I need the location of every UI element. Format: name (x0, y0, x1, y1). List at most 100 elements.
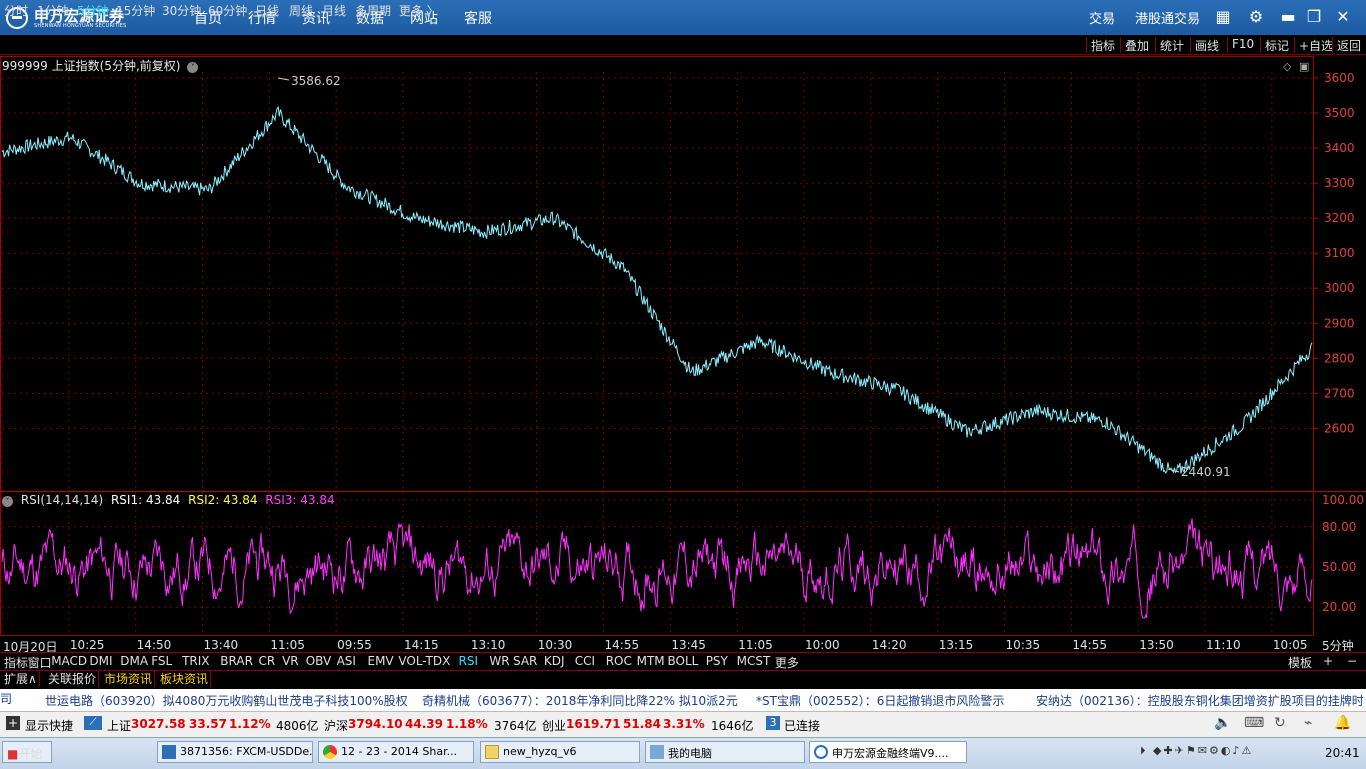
tool-indicator[interactable]: 指标 (1086, 37, 1119, 53)
indicator-mcst[interactable]: MCST (737, 654, 771, 668)
news-item[interactable]: *ST宝鼎（002552）：6日起撤销退市风险警示 (756, 692, 1004, 709)
task-terminal[interactable]: 申万宏源金融终端V9.... (809, 741, 967, 763)
indicator-macd[interactable]: MACD (51, 654, 87, 668)
indicator-boll[interactable]: BOLL (668, 654, 699, 668)
start-button[interactable]: ■开始 (2, 741, 52, 763)
close-icon[interactable]: ✕ (1334, 8, 1352, 26)
gear-icon[interactable]: ⚙ (1247, 8, 1265, 26)
system-tray-icons[interactable]: ⏵ ◆✚✈⚑✉⚙◐♪⚠ (1140, 744, 1320, 762)
refresh-icon[interactable]: ↻ (1274, 715, 1292, 731)
period-1min[interactable]: 1分钟 (37, 2, 69, 19)
indicator-emv[interactable]: EMV (368, 654, 394, 668)
time-tick-label: 13:50 (1139, 638, 1174, 652)
indicator-rsi[interactable]: RSI (459, 654, 479, 668)
indicator-dma[interactable]: DMA (120, 654, 148, 668)
indicator-cci[interactable]: CCI (575, 654, 595, 668)
indicator-dmi[interactable]: DMI (89, 654, 112, 668)
time-tick-label: 13:15 (938, 638, 974, 652)
indicator-cr[interactable]: CR (259, 654, 276, 668)
time-tick-label: 10:00 (805, 638, 840, 652)
trade-link[interactable]: 交易 (1089, 8, 1115, 27)
add-panel-button[interactable]: + (1323, 654, 1333, 668)
restore-icon[interactable]: ❐ (1305, 8, 1323, 26)
time-tick-label: 11:10 (1206, 638, 1241, 652)
indicator--[interactable]: 更多 (775, 654, 799, 671)
indicator-psy[interactable]: PSY (706, 654, 728, 668)
period-multi[interactable]: 多周期 (355, 2, 391, 19)
chart-title-text: 999999 上证指数(5分钟,前复权) (2, 59, 181, 73)
nav-service[interactable]: 客服 (464, 8, 492, 28)
indicator-vol-tdx[interactable]: VOL-TDX (398, 654, 450, 668)
indicator--[interactable]: 窗口 (28, 654, 52, 671)
period-weekly[interactable]: 周线 (289, 2, 313, 19)
remove-panel-button[interactable]: − (1347, 654, 1357, 668)
sh-index-change: 33.57 (189, 717, 227, 731)
period-30min[interactable]: 30分钟 (162, 2, 201, 19)
tool-stats[interactable]: 统计 (1155, 37, 1188, 53)
connection-status: 已连接 (784, 719, 821, 733)
indicator-brar[interactable]: BRAR (220, 654, 253, 668)
period-daily[interactable]: 日线 (255, 2, 279, 19)
chevron-down-icon[interactable]: ˅ (187, 62, 199, 73)
template-button[interactable]: 模板 (1288, 654, 1312, 671)
bell-icon[interactable]: 🔔 (1334, 715, 1352, 731)
chevron-down-icon[interactable]: ˅ (2, 496, 13, 507)
grid-icon[interactable]: ▦ (1214, 8, 1232, 26)
price-tick-label: 3100 (1324, 246, 1355, 260)
keyboard-icon[interactable]: ⌨ (1244, 715, 1264, 731)
link-icon[interactable]: ⌁ (1304, 715, 1322, 731)
indicator-obv[interactable]: OBV (306, 654, 332, 668)
task-my-computer[interactable]: 我的电脑 (645, 741, 805, 763)
indicator-vr[interactable]: VR (282, 654, 299, 668)
tab-market-news[interactable]: 市场资讯 (102, 670, 156, 687)
period-60min[interactable]: 60分钟 (208, 2, 247, 19)
period-15min[interactable]: 15分钟 (116, 2, 155, 19)
indicator-fsl[interactable]: FSL (151, 654, 172, 668)
news-item[interactable]: 奇精机械（603677）：2018年净利同比降22% 拟10派2元 (422, 692, 738, 709)
tool-overlay[interactable]: 叠加 (1120, 37, 1153, 53)
news-item[interactable]: 安纳达（002136）：控股股东铜化集团增资扩股项目的挂牌时 (1036, 692, 1366, 709)
indicator-roc[interactable]: ROC (606, 654, 632, 668)
tool-mark[interactable]: 标记 (1260, 37, 1293, 53)
minimize-icon[interactable]: ▬ (1279, 8, 1297, 26)
period-5min[interactable]: 5分钟 (77, 2, 109, 19)
period-monthly[interactable]: 月线 (322, 2, 346, 19)
period-more[interactable]: 更多 〉 (399, 2, 439, 19)
indicator--[interactable]: 指标 (4, 654, 28, 671)
kline-chart[interactable]: 3600 3500 3400 3300 3200 3100 3000 2900 2800 2700… (0, 56, 1366, 636)
tab-related-quotes[interactable]: 关联报价 (46, 670, 100, 687)
tool-f10[interactable]: F10 (1227, 37, 1258, 53)
indicator-asi[interactable]: ASI (337, 654, 356, 668)
task-label: 我的电脑 (668, 747, 712, 760)
shortcut-toggle[interactable]: 显示快捷 (25, 717, 73, 734)
indicator-sar[interactable]: SAR (513, 654, 537, 668)
sz-index-pct: 1.18% (446, 717, 488, 731)
period-timeshare[interactable]: 分时 (4, 2, 28, 19)
indicator-kdj[interactable]: KDJ (544, 654, 565, 668)
indicator-wr[interactable]: WR (489, 654, 509, 668)
plus-icon[interactable]: + (6, 716, 20, 730)
cy-index-amount: 1646亿 (711, 719, 754, 733)
speaker-icon[interactable]: 🔈 (1214, 715, 1232, 731)
chart-title: 999999 上证指数(5分钟,前复权) ˅ (2, 57, 199, 74)
tool-draw[interactable]: 画线 (1190, 37, 1223, 53)
panel-icon[interactable]: ▣ (1299, 60, 1309, 73)
tab-sector-news[interactable]: 板块资讯 (158, 670, 212, 687)
task-fxcm[interactable]: 3871356: FXCM-USDDe... (157, 741, 313, 763)
price-tick-label: 3000 (1324, 281, 1355, 295)
indicator-mtm[interactable]: MTM (637, 654, 665, 668)
tab-expand[interactable]: 扩展∧ (2, 670, 40, 687)
price-tick-label: 2800 (1324, 351, 1355, 365)
indicator-trix[interactable]: TRIX (182, 654, 209, 668)
cy-index-name: 创业 (542, 719, 567, 733)
tool-add-favorite[interactable]: +自选 (1294, 37, 1337, 53)
news-item[interactable]: 世运电路（603920）拟4080万元收购鹤山世茂电子科技100%股权 (45, 692, 408, 709)
time-tick-label: 14:50 (136, 638, 172, 652)
task-browser[interactable]: 12 - 23 - 2014 Shar... (318, 741, 474, 763)
chart-icon[interactable]: ⟋ (84, 716, 102, 730)
sz-index-change: 44.39 (405, 717, 443, 731)
diamond-icon[interactable]: ◇ (1283, 60, 1291, 73)
hk-connect-trade-link[interactable]: 港股通交易 (1135, 8, 1200, 27)
tool-back[interactable]: 返回 (1332, 37, 1365, 53)
task-folder[interactable]: new_hyzq_v6 (480, 741, 640, 763)
